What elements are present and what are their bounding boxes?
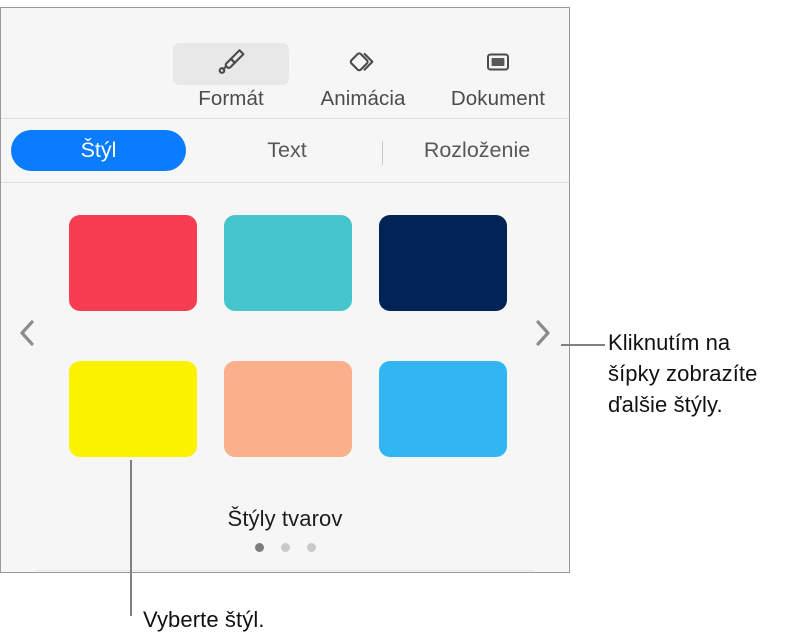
callout-leader-style — [130, 460, 132, 616]
swatch-teal[interactable] — [224, 215, 352, 311]
animation-icon-background — [305, 43, 421, 85]
page-dot-1[interactable] — [254, 543, 264, 552]
tab-layout-label: Rozloženie — [423, 138, 531, 162]
chevron-right-icon[interactable] — [529, 313, 557, 353]
toolbar-item-document[interactable]: Dokument — [428, 43, 568, 112]
callout-text-arrows: Kliknutím na šípky zobrazíte ďalšie štýl… — [608, 330, 758, 417]
inspector-toolbar: Formát Animácia Dokument — [1, 8, 569, 119]
callout-leader-arrows — [561, 344, 605, 346]
toolbar-item-format[interactable]: Formát — [161, 43, 301, 112]
swatch-peach[interactable] — [224, 361, 352, 457]
tab-text[interactable]: Text — [213, 130, 361, 171]
footer-divider — [36, 570, 534, 571]
format-icon-background — [173, 43, 289, 85]
swatch-light-blue[interactable] — [379, 361, 507, 457]
inspector-tab-row: Štýl Text Rozloženie — [1, 119, 569, 183]
tab-layout[interactable]: Rozloženie — [393, 130, 561, 171]
tab-style[interactable]: Štýl — [11, 130, 186, 171]
animation-diamonds-icon — [345, 44, 381, 85]
shape-styles-grid — [1, 183, 569, 498]
swatch-red[interactable] — [69, 215, 197, 311]
swatch-navy[interactable] — [379, 215, 507, 311]
chevron-left-icon[interactable] — [13, 313, 41, 353]
format-inspector-panel: Formát Animácia Dokument Štýl Text Rozlo… — [0, 7, 570, 573]
paintbrush-icon — [213, 44, 249, 85]
page-dots — [1, 543, 569, 552]
swatch-yellow[interactable] — [69, 361, 197, 457]
document-rectangle-icon — [480, 44, 516, 85]
page-dot-2[interactable] — [280, 543, 290, 552]
tab-style-label: Štýl — [80, 138, 117, 162]
toolbar-item-document-label: Dokument — [450, 87, 546, 110]
toolbar-item-format-label: Formát — [198, 87, 264, 110]
tab-text-label: Text — [267, 138, 307, 162]
page-dot-3[interactable] — [306, 543, 316, 552]
toolbar-item-animation-label: Animácia — [320, 87, 406, 110]
toolbar-item-animation[interactable]: Animácia — [293, 43, 433, 112]
shape-styles-title: Štýly tvarov — [227, 506, 343, 531]
document-icon-background — [440, 43, 556, 85]
tab-separator — [382, 141, 383, 165]
callout-text-style: Vyberte štýl. — [143, 607, 265, 632]
